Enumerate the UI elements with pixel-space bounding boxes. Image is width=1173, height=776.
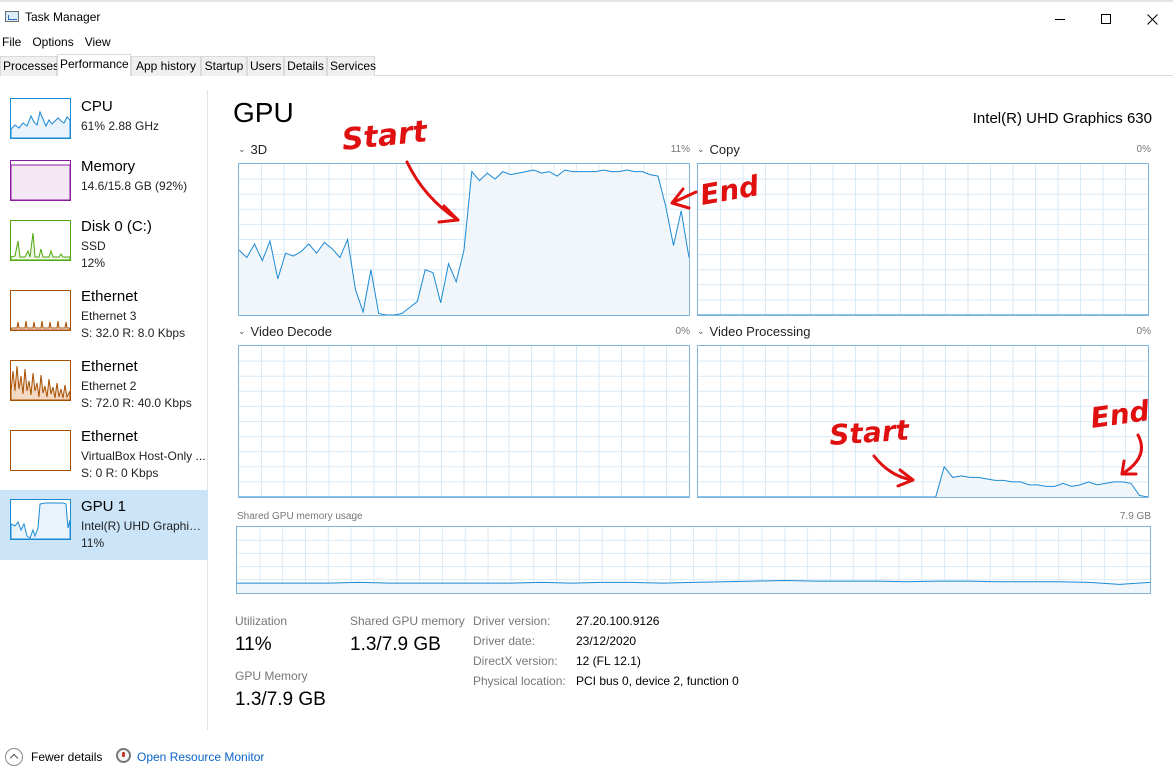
sidebar-detail: Ethernet 3 <box>81 309 137 323</box>
minimize-button[interactable] <box>1037 4 1083 34</box>
gpu-memory-value: 1.3/7.9 GB <box>235 689 326 710</box>
engine-percent: 11% <box>670 144 690 155</box>
sidebar-detail: S: 32.0 R: 8.0 Kbps <box>81 326 186 340</box>
gpu-model-name: Intel(R) UHD Graphics 630 <box>972 110 1152 127</box>
close-icon <box>1146 13 1158 25</box>
footer: Fewer details Open Resource Monitor <box>0 746 400 768</box>
ethernet-thumbnail-graph <box>10 360 71 401</box>
graph-3d <box>238 163 690 316</box>
gpu-thumbnail-graph <box>10 499 71 540</box>
menu-options[interactable]: Options <box>31 33 74 51</box>
sidebar-item-disk[interactable]: Disk 0 (C:) SSD 12% <box>0 218 208 290</box>
sidebar-detail: Intel(R) UHD Graphics ... <box>81 519 207 533</box>
page-title: GPU <box>233 97 294 128</box>
title-bar: Task Manager <box>0 0 1173 32</box>
chevron-up-icon[interactable] <box>5 748 23 766</box>
engine-selector-3d[interactable]: ⌄ 3D <box>238 142 267 157</box>
tab-details[interactable]: Details <box>284 56 327 76</box>
window-title: Task Manager <box>25 10 101 24</box>
physical-location-label: Physical location: <box>473 674 566 688</box>
sidebar-title: Ethernet <box>81 358 138 375</box>
sidebar-item-ethernet-2[interactable]: Ethernet Ethernet 2 S: 72.0 R: 40.0 Kbps <box>0 358 208 430</box>
sidebar-item-cpu[interactable]: CPU 61% 2.88 GHz <box>0 90 208 160</box>
resource-sidebar: CPU 61% 2.88 GHz Memory 14.6/15.8 GB (92… <box>0 90 208 730</box>
chevron-down-icon: ⌄ <box>238 326 246 336</box>
menu-view[interactable]: View <box>84 33 112 51</box>
shared-memory-label: Shared GPU memory <box>350 614 465 628</box>
utilization-label: Utilization <box>235 614 288 628</box>
tab-processes[interactable]: Processes <box>0 56 59 76</box>
annotation-start-3d: Start <box>340 114 430 158</box>
ethernet-thumbnail-graph <box>10 290 71 331</box>
tab-app-history[interactable]: App history <box>131 56 201 76</box>
utilization-value: 11% <box>235 634 272 655</box>
gpu-memory-label: GPU Memory <box>235 669 308 683</box>
sidebar-detail: S: 0 R: 0 Kbps <box>81 466 159 480</box>
engine-label: 3D <box>250 142 268 157</box>
tab-startup[interactable]: Startup <box>201 56 247 76</box>
minimize-icon <box>1055 18 1065 20</box>
directx-version-label: DirectX version: <box>473 654 558 668</box>
sidebar-item-ethernet-3[interactable]: Ethernet Ethernet 3 S: 32.0 R: 8.0 Kbps <box>0 288 208 360</box>
sidebar-title: Ethernet <box>81 428 138 445</box>
graph-shared-memory <box>236 526 1151 594</box>
engine-label: Video Processing <box>709 324 811 339</box>
open-resource-monitor-link[interactable]: Open Resource Monitor <box>137 750 264 764</box>
maximize-icon <box>1101 14 1111 24</box>
task-manager-icon <box>5 11 19 22</box>
sidebar-detail: SSD <box>81 239 106 253</box>
sidebar-detail: Ethernet 2 <box>81 379 137 393</box>
memory-thumbnail-graph <box>10 160 71 201</box>
sidebar-title: Memory <box>81 158 136 175</box>
disk-thumbnail-graph <box>10 220 71 261</box>
sidebar-title: Disk 0 (C:) <box>81 218 152 235</box>
sidebar-detail: S: 72.0 R: 40.0 Kbps <box>81 396 192 410</box>
sidebar-detail: 11% <box>81 536 105 550</box>
tab-bar: Processes Performance App history Startu… <box>0 54 1173 76</box>
sidebar-title: Ethernet <box>81 288 138 305</box>
shared-memory-value: 1.3/7.9 GB <box>350 634 441 655</box>
engine-label: Copy <box>709 142 740 157</box>
driver-date-label: Driver date: <box>473 634 536 648</box>
tab-performance[interactable]: Performance <box>57 54 131 76</box>
tab-users[interactable]: Users <box>247 56 284 76</box>
maximize-button[interactable] <box>1083 4 1129 34</box>
driver-version-value: 27.20.100.9126 <box>576 614 660 628</box>
driver-version-label: Driver version: <box>473 614 551 628</box>
menu-file[interactable]: File <box>1 33 22 51</box>
close-button[interactable] <box>1129 4 1173 34</box>
sidebar-title: GPU 1 <box>81 498 127 515</box>
engine-selector-video-processing[interactable]: ⌄ Video Processing <box>697 324 810 339</box>
sidebar-detail: VirtualBox Host-Only ... <box>81 449 206 463</box>
directx-version-value: 12 (FL 12.1) <box>576 654 641 668</box>
fewer-details-button[interactable]: Fewer details <box>31 750 102 764</box>
resource-monitor-icon <box>116 748 131 763</box>
engine-percent: 0% <box>675 326 690 337</box>
driver-date-value: 23/12/2020 <box>576 634 637 648</box>
engine-label: Video Decode <box>250 324 332 339</box>
menu-bar: File Options View <box>0 33 121 51</box>
engine-percent: 0% <box>1136 144 1151 155</box>
sidebar-item-gpu-1[interactable]: GPU 1 Intel(R) UHD Graphics ... 11% <box>0 490 208 560</box>
sidebar-detail: 14.6/15.8 GB (92%) <box>81 179 188 193</box>
cpu-thumbnail-graph <box>10 98 71 139</box>
engine-percent: 0% <box>1136 326 1151 337</box>
chevron-down-icon: ⌄ <box>697 326 705 336</box>
chevron-down-icon: ⌄ <box>238 144 246 154</box>
sidebar-title: CPU <box>81 98 113 115</box>
tab-services[interactable]: Services <box>327 56 376 76</box>
engine-selector-copy[interactable]: ⌄ Copy <box>697 142 740 157</box>
chevron-down-icon: ⌄ <box>697 144 705 154</box>
ethernet-thumbnail-graph <box>10 430 71 471</box>
graph-copy <box>697 163 1149 316</box>
graph-video-decode <box>238 345 690 498</box>
physical-location-value: PCI bus 0, device 2, function 0 <box>576 674 739 688</box>
sidebar-detail: 61% 2.88 GHz <box>81 119 160 133</box>
engine-selector-video-decode[interactable]: ⌄ Video Decode <box>238 324 332 339</box>
shared-memory-max: 7.9 GB <box>1119 511 1151 522</box>
sidebar-detail: 12% <box>81 256 106 270</box>
graph-video-processing <box>697 345 1149 498</box>
shared-memory-graph-label: Shared GPU memory usage <box>237 511 363 522</box>
